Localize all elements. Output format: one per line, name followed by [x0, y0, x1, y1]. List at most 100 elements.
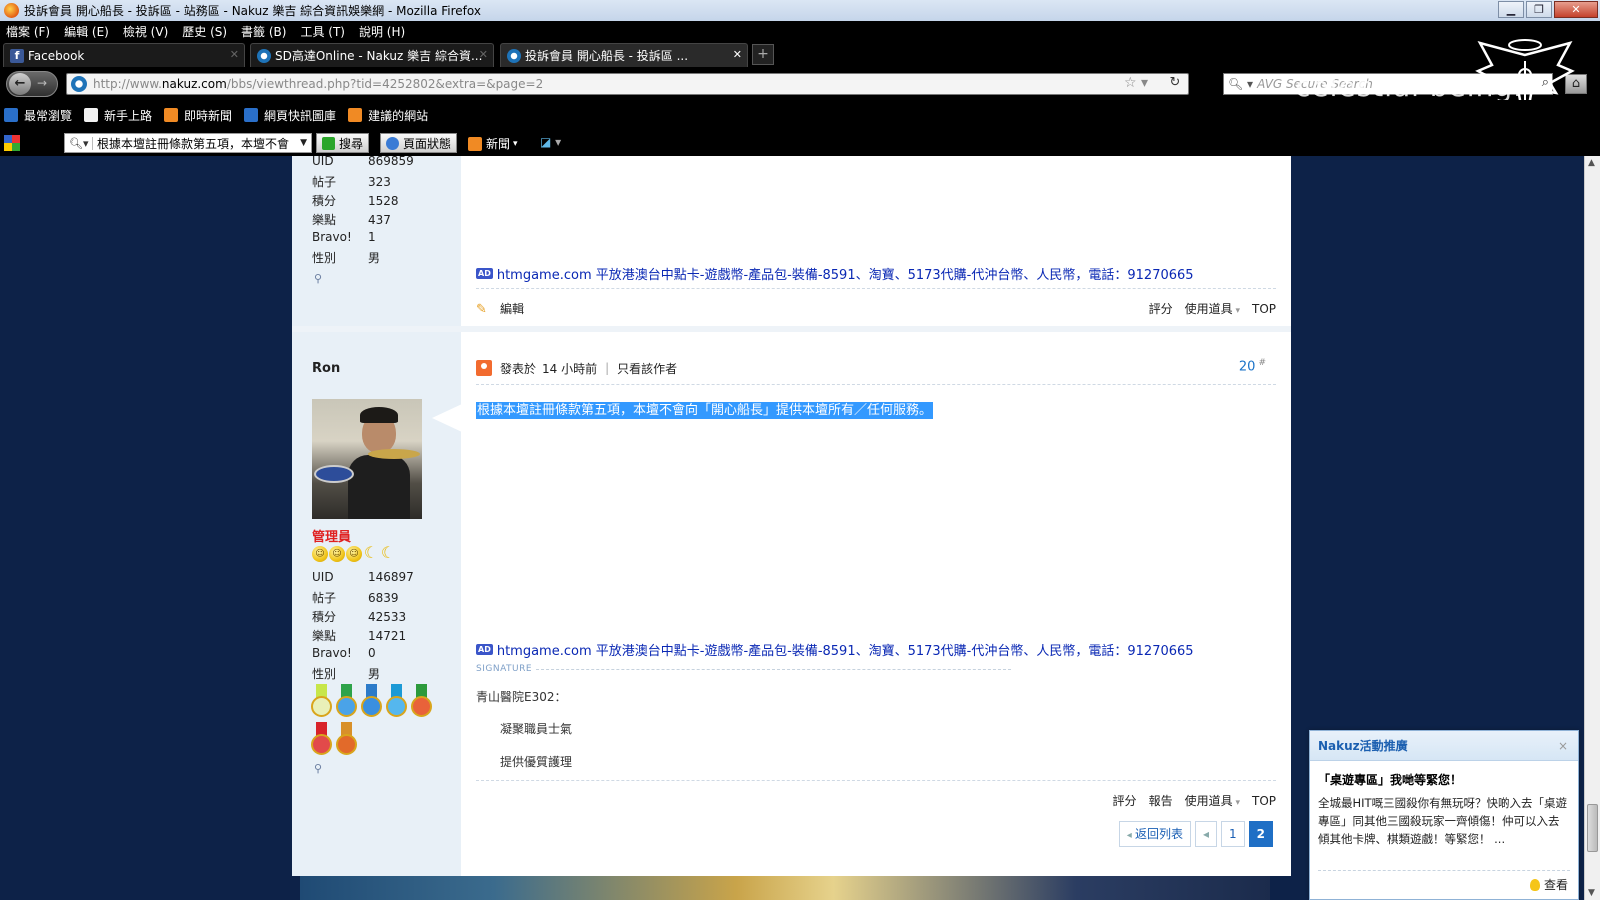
window-controls: ▁ ❐ ✕ [1498, 1, 1598, 18]
pencil-icon: ✎ [476, 301, 487, 317]
medal-icon[interactable] [310, 684, 333, 718]
posted-time: 14 小時前 [542, 361, 598, 376]
back-to-list-button[interactable]: 返回列表 [1118, 821, 1191, 847]
author-stat-uid: UID 869859 [312, 156, 414, 168]
author-stat-posts: 帖子 6839 [312, 591, 399, 605]
tab-close-icon[interactable]: ✕ [230, 48, 239, 61]
bookmark-most-visited[interactable]: 最常瀏覽 [4, 107, 72, 124]
scroll-down-icon[interactable]: ▼ [1588, 888, 1595, 898]
author-stat-bravo: Bravo! 1 [312, 230, 376, 244]
menu-bookmarks[interactable]: 書籤 (B) [241, 23, 286, 40]
rate-button[interactable]: 評分 [1149, 300, 1173, 317]
menu-file[interactable]: 檔案 (F) [6, 23, 50, 40]
search-engine-icon[interactable]: 🔍︎ ▾ [1228, 77, 1253, 91]
page-link-2-current[interactable]: 2 [1248, 821, 1273, 847]
site-identity-icon[interactable] [71, 76, 87, 92]
menu-history[interactable]: 歷史 (S) [182, 23, 227, 40]
toolbar-search-input[interactable]: 根據本壇註冊條款第五項，本壇不會 [93, 135, 296, 152]
url-bar[interactable]: http://www.nakuz.com/bbs/viewthread.php?… [66, 73, 1189, 95]
tab-sd-gundam[interactable]: SD高達Online - Nakuz 樂吉 綜合資... ✕ [250, 43, 494, 67]
speech-bubble-tip [432, 404, 462, 432]
bookmark-web-slice-gallery[interactable]: 網頁快訊圖庫 [244, 107, 336, 124]
news-button[interactable]: 新聞 ▾ [468, 135, 518, 152]
only-author-link[interactable]: 只看該作者 [617, 360, 677, 377]
tab-close-icon[interactable]: ✕ [479, 48, 488, 61]
tab-facebook[interactable]: f Facebook ✕ [3, 43, 245, 67]
scrollbar-thumb[interactable] [1587, 804, 1598, 852]
use-item-button[interactable]: 使用道具 [1185, 792, 1240, 809]
toolbar-search-button[interactable]: 搜尋 [316, 133, 370, 153]
tab-complaint-thread[interactable]: 投訴會員 開心船長 - 投訴區 ... ✕ [500, 43, 748, 67]
medal-icon[interactable] [335, 722, 358, 756]
send-message-icon[interactable]: ⚲ [314, 272, 326, 285]
bookmark-latest-news[interactable]: 即時新聞 [164, 107, 232, 124]
post-separator [292, 326, 1291, 332]
medal-icon[interactable] [410, 684, 433, 718]
game-banner-image[interactable] [300, 876, 1270, 900]
ad-link[interactable]: AD htmgame.com 平放港澳台中點卡-遊戲幣-產品包-裝備-8591、… [476, 640, 1194, 659]
url-text[interactable]: http://www.nakuz.com/bbs/viewthread.php?… [93, 77, 543, 91]
page-link-1[interactable]: 1 [1221, 821, 1245, 847]
toolbar-extra-menu[interactable]: ◪ ▾ [540, 135, 561, 149]
author-stat-gender: 性別男 [312, 251, 381, 265]
bookmark-suggested-sites[interactable]: 建議的網站 [348, 107, 428, 124]
menu-view[interactable]: 檢視 (V) [123, 23, 168, 40]
toolbar-search-icon[interactable]: 🔍︎▾ [65, 136, 93, 150]
avatar-cymbal [368, 449, 420, 459]
medal-icon[interactable] [310, 722, 333, 756]
meta-separator: | [605, 361, 610, 375]
chevron-down-icon[interactable]: ▼ [296, 138, 311, 148]
medal-icon[interactable] [335, 684, 358, 718]
selected-post-text[interactable]: 根據本壇註冊條款第五項，本壇不會向「開心船長」提供本壇所有／任何服務。 [476, 402, 934, 419]
report-button[interactable]: 報告 [1149, 792, 1173, 809]
medal-list [310, 684, 440, 756]
bookmark-star-icon[interactable]: ☆ ▾ [1124, 75, 1148, 91]
page-status-button[interactable]: 頁面狀態 [380, 133, 458, 153]
site-favicon-icon [257, 48, 271, 63]
rss-icon [164, 108, 179, 122]
post-content: 根據本壇註冊條款第五項，本壇不會向「開心船長」提供本壇所有／任何服務。 [476, 399, 934, 419]
scroll-up-icon[interactable]: ▲ [1588, 158, 1595, 168]
menu-help[interactable]: 說明 (H) [359, 23, 405, 40]
reload-icon[interactable]: ↻ [1166, 75, 1184, 93]
close-button[interactable]: ✕ [1554, 1, 1598, 18]
window-title: 投訴會員 開心船長 - 投訴區 - 站務區 - Nakuz 樂吉 綜合資訊娛樂網… [24, 4, 481, 18]
maximize-button[interactable]: ❐ [1526, 1, 1552, 18]
medal-icon[interactable] [360, 684, 383, 718]
rate-button[interactable]: 評分 [1113, 792, 1137, 809]
sun-rank-icon: ☺ [346, 546, 362, 562]
post-floor-number[interactable]: 20 # [1239, 358, 1266, 374]
ad-link[interactable]: AD htmgame.com 平放港澳台中點卡-遊戲幣-產品包-裝備-8591、… [476, 264, 1194, 283]
vertical-scrollbar[interactable]: ▲ ▼ [1584, 156, 1600, 900]
author-name[interactable]: Ron [312, 361, 340, 376]
use-item-button[interactable]: 使用道具 [1185, 300, 1240, 317]
back-forward-group: ← → [6, 71, 58, 97]
back-button[interactable]: ← [9, 73, 31, 95]
minimize-button[interactable]: ▁ [1498, 1, 1524, 18]
windows-flag-icon[interactable] [4, 135, 20, 151]
pagination: 返回列表 ◂ 1 2 [1118, 821, 1273, 847]
popup-view-button[interactable]: 查看 [1529, 876, 1568, 893]
send-message-icon[interactable]: ⚲ [314, 762, 326, 775]
ad-icon: AD [476, 268, 493, 279]
bookmark-getting-started[interactable]: 新手上路 [84, 107, 152, 124]
promo-popup: Nakuz活動推廣 × 「桌遊專區」我哋等緊您！ 全城最HIT嘅三國殺你有無玩呀… [1309, 730, 1579, 900]
signature-divider [536, 669, 1011, 670]
top-button[interactable]: TOP [1252, 302, 1276, 316]
toolbar-search-box[interactable]: 🔍︎▾ 根據本壇註冊條款第五項，本壇不會 ▼ [64, 133, 312, 153]
menu-edit[interactable]: 編輯 (E) [64, 23, 109, 40]
top-button[interactable]: TOP [1252, 794, 1276, 808]
medal-icon[interactable] [385, 684, 408, 718]
signature-line: 凝聚職員士氣 [500, 722, 573, 736]
forward-button[interactable]: → [37, 76, 47, 90]
popup-close-icon[interactable]: × [1558, 731, 1568, 761]
author-stat-points: 樂點 14721 [312, 629, 407, 643]
prev-page-button[interactable]: ◂ [1194, 821, 1217, 847]
tab-close-icon[interactable]: ✕ [733, 48, 742, 61]
popup-title[interactable]: 「桌遊專區」我哋等緊您！ [1318, 771, 1570, 788]
edit-button[interactable]: ✎ 編輯 [476, 300, 524, 317]
avatar[interactable] [312, 399, 422, 519]
menu-tools[interactable]: 工具 (T) [300, 23, 345, 40]
new-tab-button[interactable]: + [752, 44, 774, 65]
avatar-drum [314, 465, 354, 483]
